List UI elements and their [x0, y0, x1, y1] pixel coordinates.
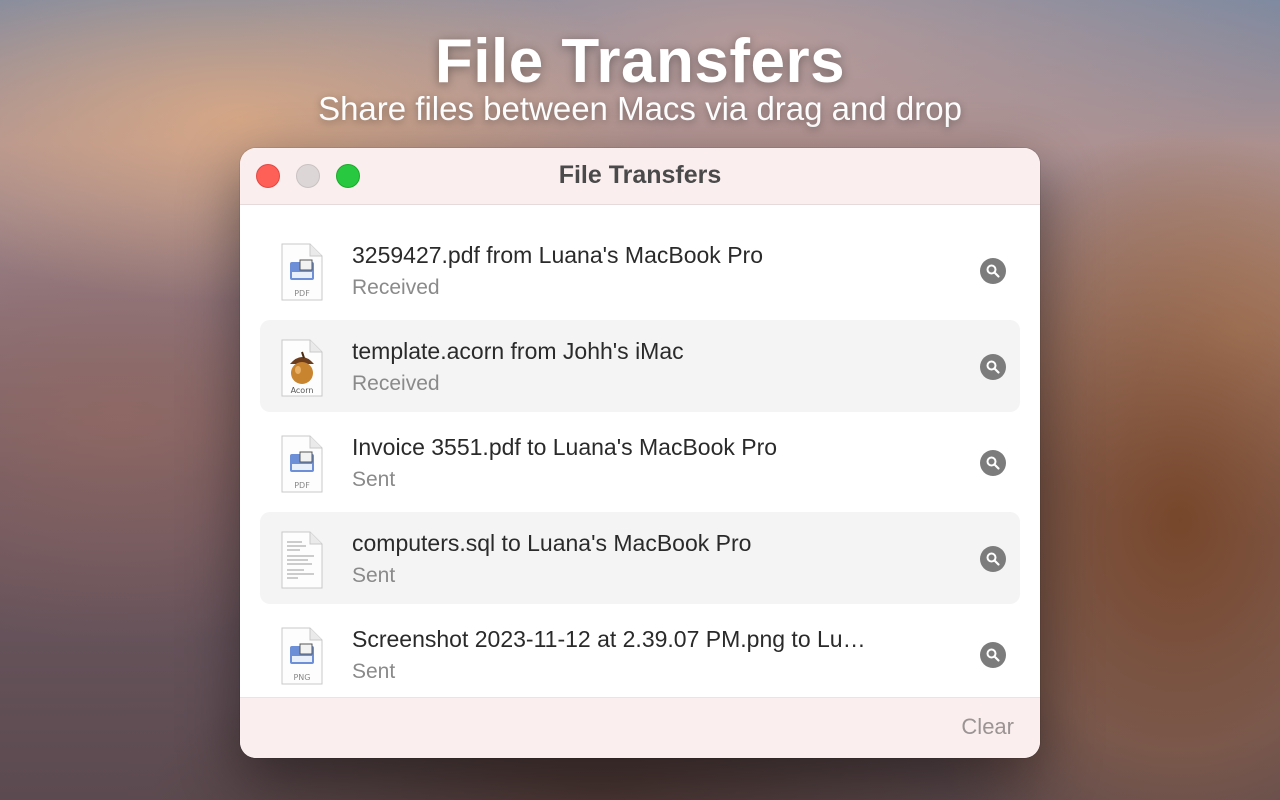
- transfer-row[interactable]: PNG Screenshot 2023-11-12 at 2.39.07 PM.…: [260, 608, 1020, 700]
- png-file-icon: PNG: [281, 627, 323, 685]
- transfer-status: Sent: [352, 564, 396, 587]
- reveal-in-finder-button[interactable]: [980, 258, 1006, 284]
- window-footer: Clear: [240, 697, 1040, 758]
- pdf-file-icon: PDF: [281, 435, 323, 493]
- acorn-file-icon: Acorn: [281, 339, 323, 397]
- transfer-status: Sent: [352, 468, 396, 491]
- titlebar: File Transfers: [240, 148, 1040, 205]
- transfer-status: Sent: [352, 660, 396, 683]
- file-type-label: PDF: [294, 481, 310, 490]
- reveal-in-finder-button[interactable]: [980, 546, 1006, 572]
- magnifier-icon: [986, 552, 1000, 566]
- transfer-row[interactable]: PDF 3259427.pdf from Luana's MacBook Pro…: [260, 224, 1020, 316]
- file-type-label: PNG: [293, 673, 310, 682]
- transfer-row[interactable]: Acorn template.acorn from Johh's iMac Re…: [260, 320, 1020, 412]
- magnifier-icon: [986, 360, 1000, 374]
- transfer-filename: Invoice 3551.pdf to Luana's MacBook Pro: [352, 434, 778, 460]
- reveal-in-finder-button[interactable]: [980, 642, 1006, 668]
- hero-subtitle: Share files between Macs via drag and dr…: [318, 90, 962, 127]
- transfer-row[interactable]: PDF Invoice 3551.pdf to Luana's MacBook …: [260, 416, 1020, 508]
- file-type-label: PDF: [294, 289, 310, 298]
- window-title: File Transfers: [558, 161, 722, 189]
- transfer-filename: template.acorn from Johh's iMac: [352, 338, 684, 364]
- file-type-label: Acorn: [291, 386, 314, 395]
- hero-title: File Transfers: [434, 27, 846, 96]
- text-file-icon: [281, 531, 323, 589]
- transfer-filename: computers.sql to Luana's MacBook Pro: [352, 530, 752, 556]
- reveal-in-finder-button[interactable]: [980, 354, 1006, 380]
- transfer-filename: 3259427.pdf from Luana's MacBook Pro: [352, 242, 763, 268]
- clear-button[interactable]: Clear: [961, 714, 1014, 740]
- magnifier-icon: [986, 648, 1000, 662]
- transfer-status: Received: [352, 276, 440, 299]
- reveal-in-finder-button[interactable]: [980, 450, 1006, 476]
- transfer-filename: Screenshot 2023-11-12 at 2.39.07 PM.png …: [352, 626, 872, 652]
- file-transfers-window: File Transfers PDF 3259427.pdf from Luan…: [240, 148, 1040, 758]
- magnifier-icon: [986, 264, 1000, 278]
- pdf-file-icon: PDF: [281, 243, 323, 301]
- transfer-row[interactable]: computers.sql to Luana's MacBook Pro Sen…: [260, 512, 1020, 604]
- transfer-list: PDF 3259427.pdf from Luana's MacBook Pro…: [260, 224, 1020, 704]
- magnifier-icon: [986, 456, 1000, 470]
- transfer-status: Received: [352, 372, 440, 395]
